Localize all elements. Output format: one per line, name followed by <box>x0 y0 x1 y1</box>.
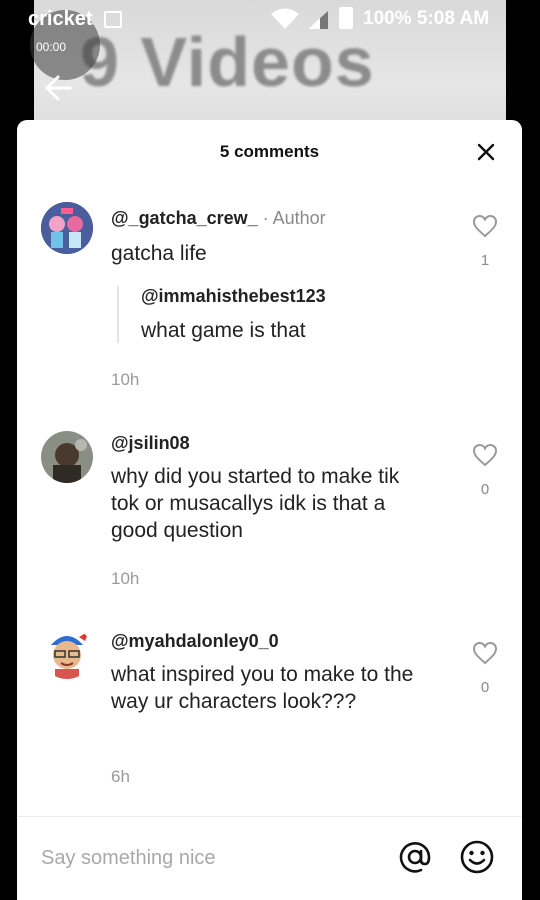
comment-time: 10h <box>111 370 140 389</box>
avatar-image <box>41 431 93 483</box>
comment-time: 10h <box>111 569 140 588</box>
comment-item: @myahdalonley0_0 what inspired you to ma… <box>17 623 522 803</box>
comment-text: why did you started to make tik tok or m… <box>111 465 400 542</box>
comment-input-bar <box>17 816 522 900</box>
battery-and-time: 100% 5:08 AM <box>363 8 490 29</box>
comment-time: 6h <box>111 767 130 786</box>
emoji-icon[interactable] <box>459 839 495 875</box>
like-count: 0 <box>480 679 490 696</box>
image-notification-icon <box>104 11 122 28</box>
comment-input[interactable] <box>41 843 381 873</box>
username-text[interactable]: @_gatcha_crew_ <box>111 208 258 228</box>
comment-item: @jsilin08 why did you started to make ti… <box>17 425 522 605</box>
comment-text: what inspired you to make to the way ur … <box>111 663 414 713</box>
reply-username[interactable]: @immahisthebest123 <box>141 286 417 307</box>
back-arrow-icon[interactable] <box>40 68 80 108</box>
avatar[interactable] <box>41 627 93 679</box>
reply-text: what game is that <box>141 319 306 342</box>
wifi-icon <box>271 8 299 29</box>
comment-username[interactable]: @jsilin08 <box>111 433 190 454</box>
carrier-name: cricket <box>28 8 93 30</box>
comment-text: gatcha life <box>111 242 207 265</box>
comment-item: @_gatcha_crew_ · Author gatcha life 1 @i… <box>17 198 522 398</box>
avatar[interactable] <box>41 202 93 254</box>
heart-icon[interactable] <box>472 641 498 665</box>
author-tag: · Author <box>257 208 326 228</box>
heart-icon[interactable] <box>472 214 498 238</box>
close-icon[interactable] <box>476 142 496 162</box>
status-bar: cricket 100% 5:08 AM <box>0 0 540 40</box>
comment-username[interactable]: @_gatcha_crew_ · Author <box>111 208 326 229</box>
like-count: 0 <box>480 481 490 498</box>
comment-username[interactable]: @myahdalonley0_0 <box>111 631 279 652</box>
avatar[interactable] <box>41 431 93 483</box>
reply-preview[interactable]: @immahisthebest123 what game is that <box>117 286 417 343</box>
comments-count-title: 5 comments <box>219 142 320 161</box>
avatar-image <box>41 627 93 679</box>
sheet-header: 5 comments <box>17 120 522 182</box>
signal-icon <box>308 11 328 29</box>
avatar-image <box>41 202 93 254</box>
comments-sheet: 5 comments @_gatcha_crew_ · Author gatch… <box>17 120 522 900</box>
like-count: 1 <box>480 252 490 269</box>
heart-icon[interactable] <box>472 443 498 467</box>
battery-icon <box>339 7 353 29</box>
at-icon[interactable] <box>397 839 433 875</box>
screen-record-time: 00:00 <box>36 40 67 54</box>
